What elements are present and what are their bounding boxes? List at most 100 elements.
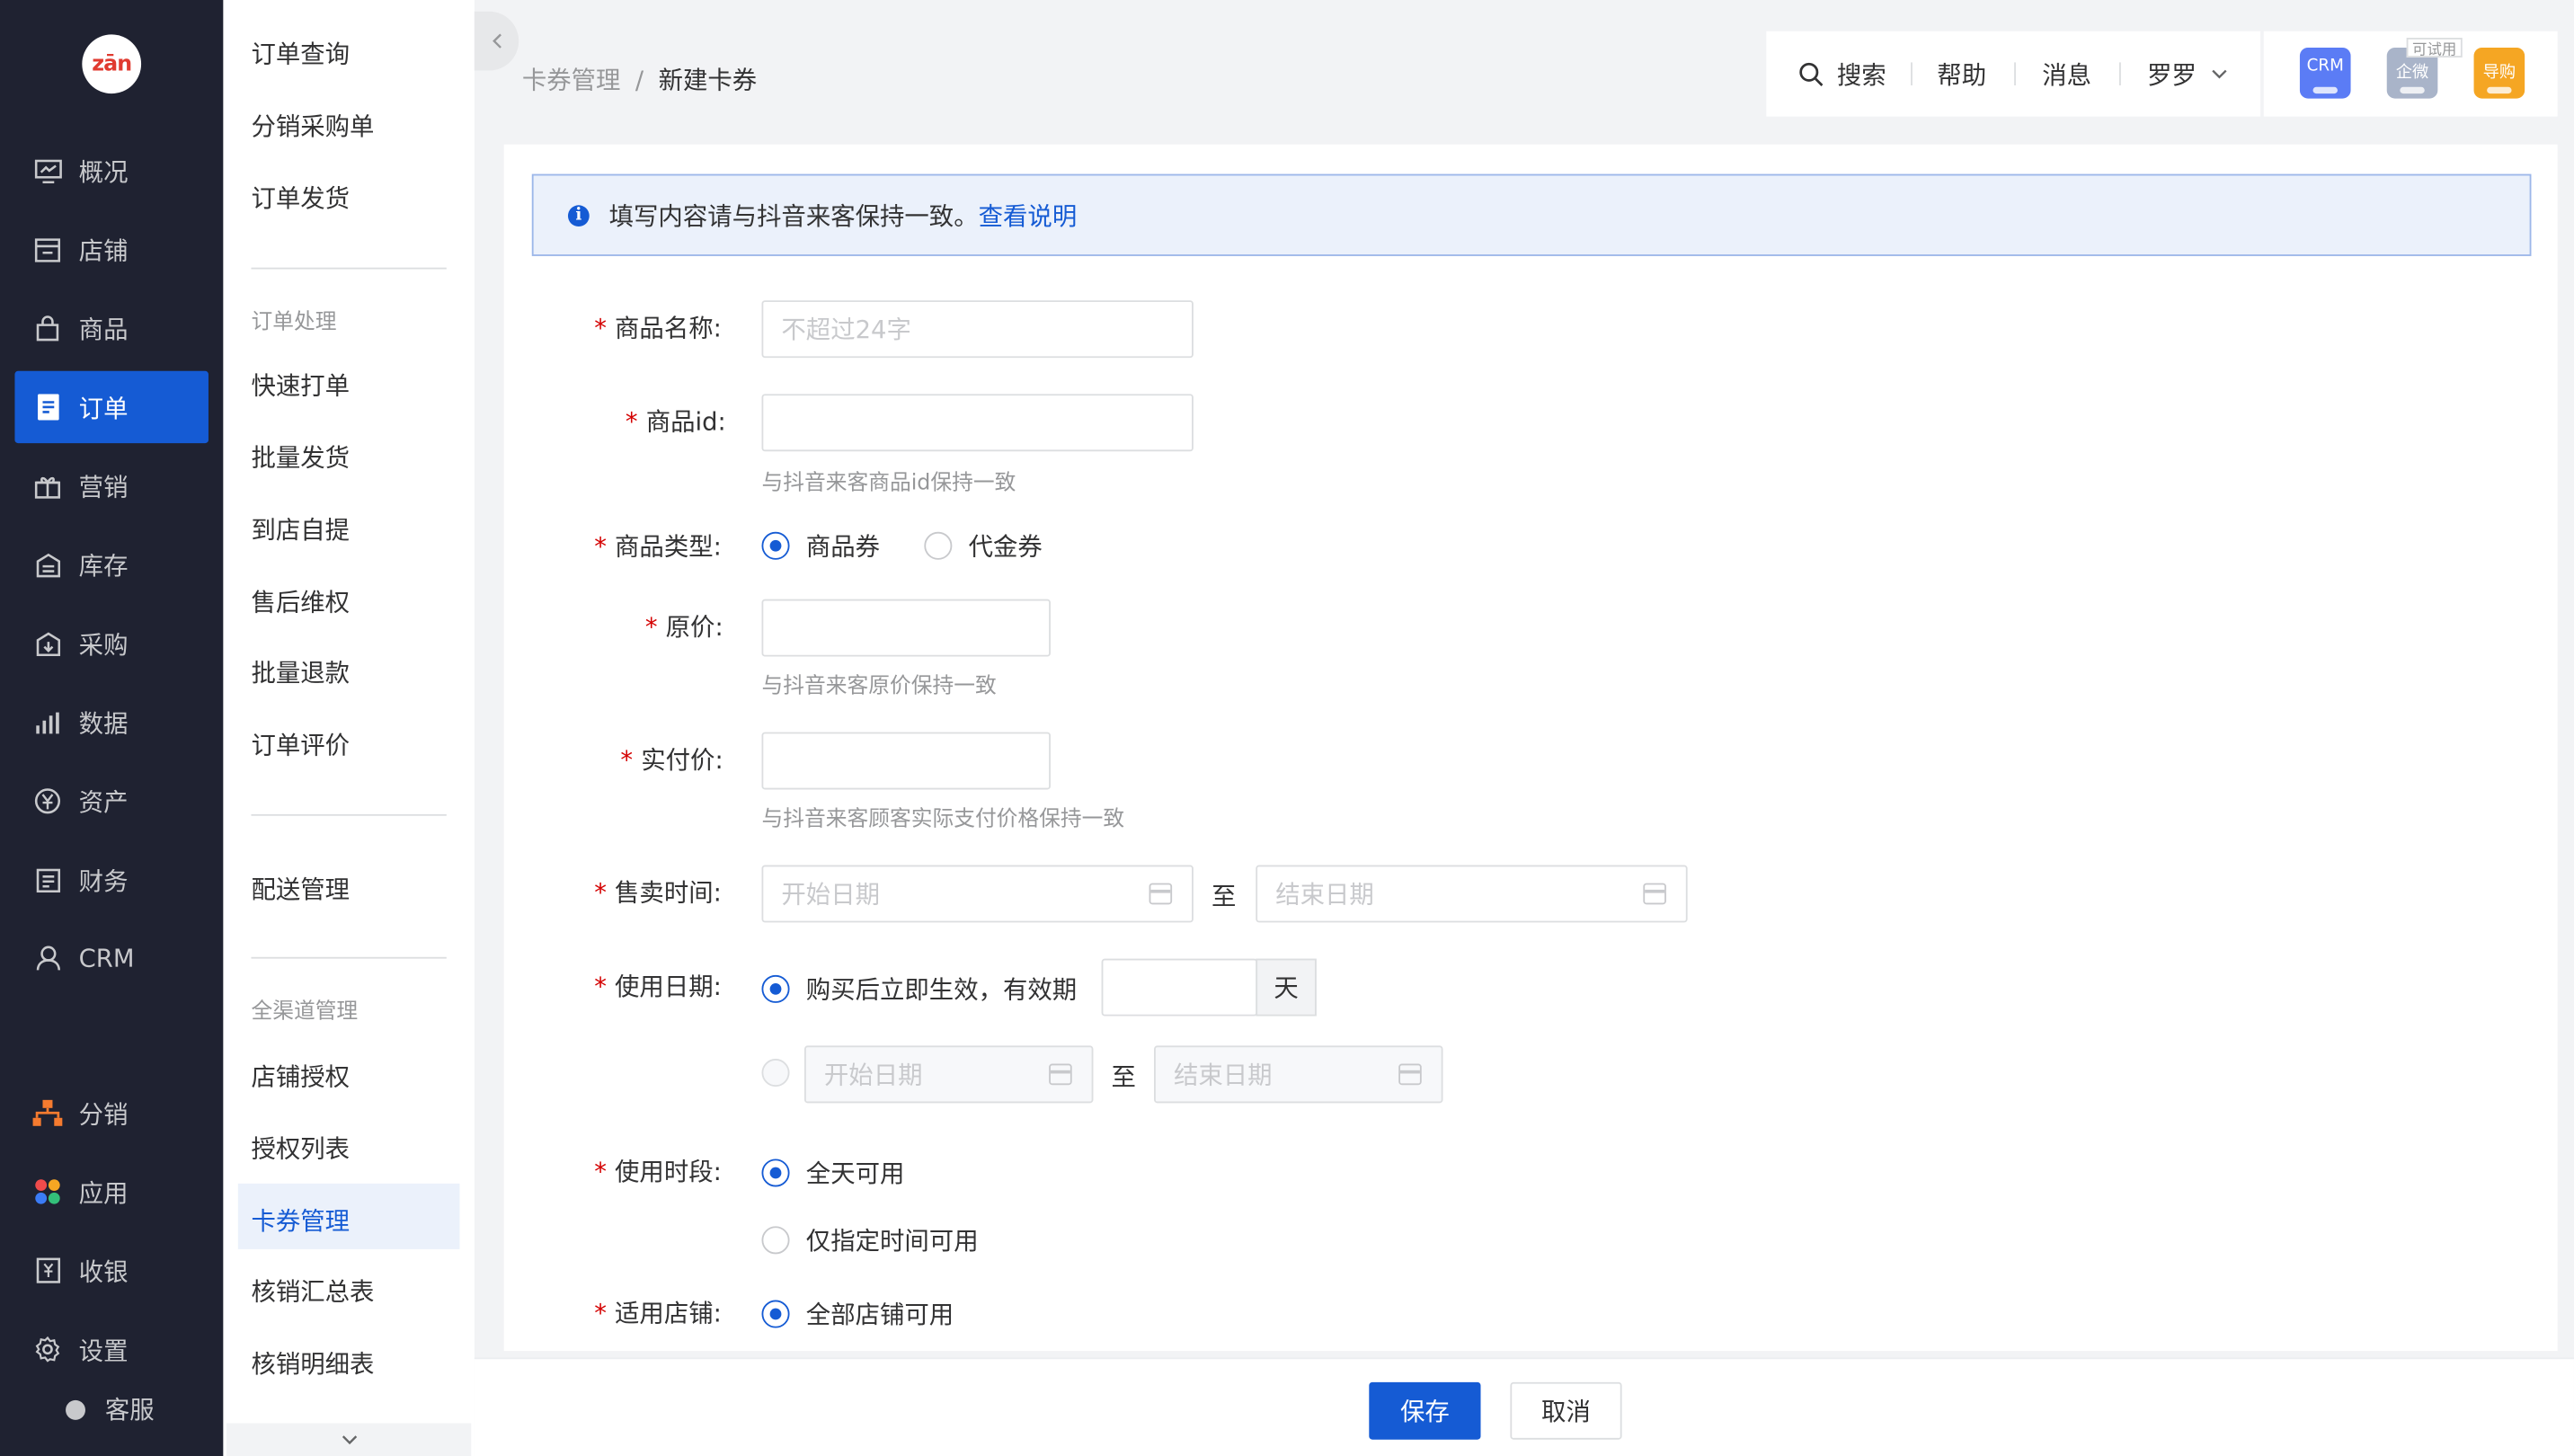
required-mark: * xyxy=(625,406,638,437)
nav-item-overview[interactable]: 概况 xyxy=(14,135,209,207)
calendar-icon xyxy=(1398,1063,1422,1086)
sub-item-after-sales[interactable]: 售后维权 xyxy=(251,584,350,618)
sale-start-date-input[interactable]: 开始日期 xyxy=(761,865,1194,923)
cancel-button[interactable]: 取消 xyxy=(1510,1381,1622,1440)
store-label-text: 适用店铺: xyxy=(615,1298,722,1328)
nav-item-data[interactable]: 数据 xyxy=(14,686,209,758)
period-all-day-label: 全天可用 xyxy=(805,1159,905,1189)
sub-item-store-auth[interactable]: 店铺授权 xyxy=(251,1059,350,1093)
divider xyxy=(1911,62,1913,85)
divider xyxy=(251,813,447,816)
sub-item-order-shipping[interactable]: 订单发货 xyxy=(251,181,350,215)
nav-item-goods[interactable]: 商品 xyxy=(14,292,209,364)
nav-item-store[interactable]: 店铺 xyxy=(14,213,209,285)
message-link[interactable]: 消息 xyxy=(2042,31,2091,117)
divider xyxy=(2014,62,2016,85)
price-hint: 与抖音来客原价保持一致 xyxy=(761,674,997,700)
crm-app-button[interactable]: CRM xyxy=(2299,47,2351,99)
user-menu[interactable]: 罗罗 xyxy=(2147,31,2228,117)
nav-item-apps[interactable]: 应用 xyxy=(14,1156,209,1228)
use-end-date-input[interactable]: 结束日期 xyxy=(1154,1045,1443,1104)
days-unit: 天 xyxy=(1256,958,1317,1017)
start-date-placeholder: 开始日期 xyxy=(823,1060,923,1090)
bag-icon xyxy=(33,314,63,343)
sub-item-order-review[interactable]: 订单评价 xyxy=(251,727,350,761)
sub-section-title: 订单处理 xyxy=(251,310,337,335)
notice-text: 填写内容请与抖音来客保持一致。 xyxy=(608,200,979,231)
price-label-text: 原价: xyxy=(665,612,723,643)
sub-item-batch-ship[interactable]: 批量发货 xyxy=(251,439,350,474)
subnav-scroll-down[interactable] xyxy=(226,1423,472,1456)
cashier-icon xyxy=(33,1256,63,1285)
period-all-day-radio[interactable]: 全天可用 xyxy=(761,1156,904,1190)
required-mark: * xyxy=(594,313,607,343)
id-input[interactable] xyxy=(761,394,1194,452)
sub-item-delivery[interactable]: 配送管理 xyxy=(251,872,350,906)
valid-days-input[interactable] xyxy=(1101,958,1258,1017)
nav-item-purchase[interactable]: 采购 xyxy=(14,608,209,679)
store-all-radio[interactable]: 全部店铺可用 xyxy=(761,1297,954,1331)
sub-item-quick-print[interactable]: 快速打单 xyxy=(251,368,350,402)
name-input[interactable]: 不超过24字 xyxy=(761,300,1194,359)
sub-item-writeoff-summary[interactable]: 核销汇总表 xyxy=(251,1274,374,1308)
use-start-date-input[interactable]: 开始日期 xyxy=(803,1045,1094,1104)
customer-service-label: 客服 xyxy=(104,1395,155,1425)
search-button[interactable]: 搜索 xyxy=(1799,31,1886,117)
use-immediate-radio[interactable]: 购买后立即生效，有效期 xyxy=(761,972,1077,1006)
nav-label: 商品 xyxy=(78,314,129,344)
nav-item-assets[interactable]: 资产 xyxy=(14,765,209,837)
notice-banner: i 填写内容请与抖音来客保持一致。 查看说明 xyxy=(531,173,2532,256)
sale-end-date-input[interactable]: 结束日期 xyxy=(1256,865,1688,923)
sub-item-writeoff-detail[interactable]: 核销明细表 xyxy=(251,1346,374,1381)
use-range-radio[interactable] xyxy=(761,1059,805,1088)
nav-label: CRM xyxy=(78,944,135,974)
period-label: * 使用时段: xyxy=(594,1154,722,1188)
sub-item-batch-refund[interactable]: 批量退款 xyxy=(251,655,350,689)
customer-service-button[interactable]: 客服 xyxy=(66,1392,155,1426)
help-link[interactable]: 帮助 xyxy=(1937,31,1986,117)
sub-item-self-pickup[interactable]: 到店自提 xyxy=(251,512,350,546)
nav-item-settings[interactable]: 设置 xyxy=(14,1313,209,1385)
overview-icon xyxy=(33,156,63,186)
app-bar xyxy=(2400,86,2425,94)
nav-label: 资产 xyxy=(78,786,129,817)
sub-item-order-query[interactable]: 订单查询 xyxy=(251,36,350,70)
sub-item-auth-list[interactable]: 授权列表 xyxy=(251,1131,350,1165)
id-label: * 商品id: xyxy=(626,404,726,438)
store-icon xyxy=(33,235,63,264)
price-input[interactable] xyxy=(761,599,1051,657)
order-icon xyxy=(33,393,63,422)
nav-item-crm[interactable]: CRM xyxy=(14,922,209,994)
nav-item-inventory[interactable]: 库存 xyxy=(14,528,209,600)
id-label-text: 商品id: xyxy=(645,406,726,437)
required-mark: * xyxy=(620,745,634,776)
type-label-text: 商品类型: xyxy=(615,531,722,562)
radio-circle xyxy=(761,1226,790,1255)
nav-label: 采购 xyxy=(78,629,129,660)
nav-item-cashier[interactable]: 收银 xyxy=(14,1234,209,1306)
nav-item-marketing[interactable]: 营销 xyxy=(14,449,209,521)
nav-item-distribution[interactable]: 分销 xyxy=(14,1077,209,1149)
divider xyxy=(251,267,447,270)
chevron-left-icon xyxy=(492,33,501,49)
sub-item-coupon-manage[interactable]: 卡券管理 xyxy=(251,1203,350,1238)
logo[interactable]: zān xyxy=(82,34,142,94)
nav-item-order[interactable]: 订单 xyxy=(14,370,209,444)
sub-item-distribution-purchase[interactable]: 分销采购单 xyxy=(251,109,374,143)
type-voucher-radio[interactable]: 代金券 xyxy=(924,528,1043,563)
type-goods-radio[interactable]: 商品券 xyxy=(761,528,880,563)
nav-item-finance[interactable]: 财务 xyxy=(14,844,209,916)
calendar-icon xyxy=(1643,883,1666,905)
save-button[interactable]: 保存 xyxy=(1369,1381,1481,1440)
notice-link[interactable]: 查看说明 xyxy=(979,198,1078,232)
guide-app-button[interactable]: 导购 xyxy=(2473,47,2525,99)
required-mark: * xyxy=(594,878,607,908)
breadcrumb-parent[interactable]: 卡券管理 xyxy=(522,66,621,95)
period-specified-radio[interactable]: 仅指定时间可用 xyxy=(761,1223,979,1257)
collapse-sidebar-button[interactable] xyxy=(474,11,519,71)
distribution-icon xyxy=(32,1098,63,1128)
paid-input[interactable] xyxy=(761,732,1051,790)
radio-circle xyxy=(761,531,790,560)
paid-label: * 实付价: xyxy=(620,742,723,777)
id-hint: 与抖音来客商品id保持一致 xyxy=(761,471,1016,496)
